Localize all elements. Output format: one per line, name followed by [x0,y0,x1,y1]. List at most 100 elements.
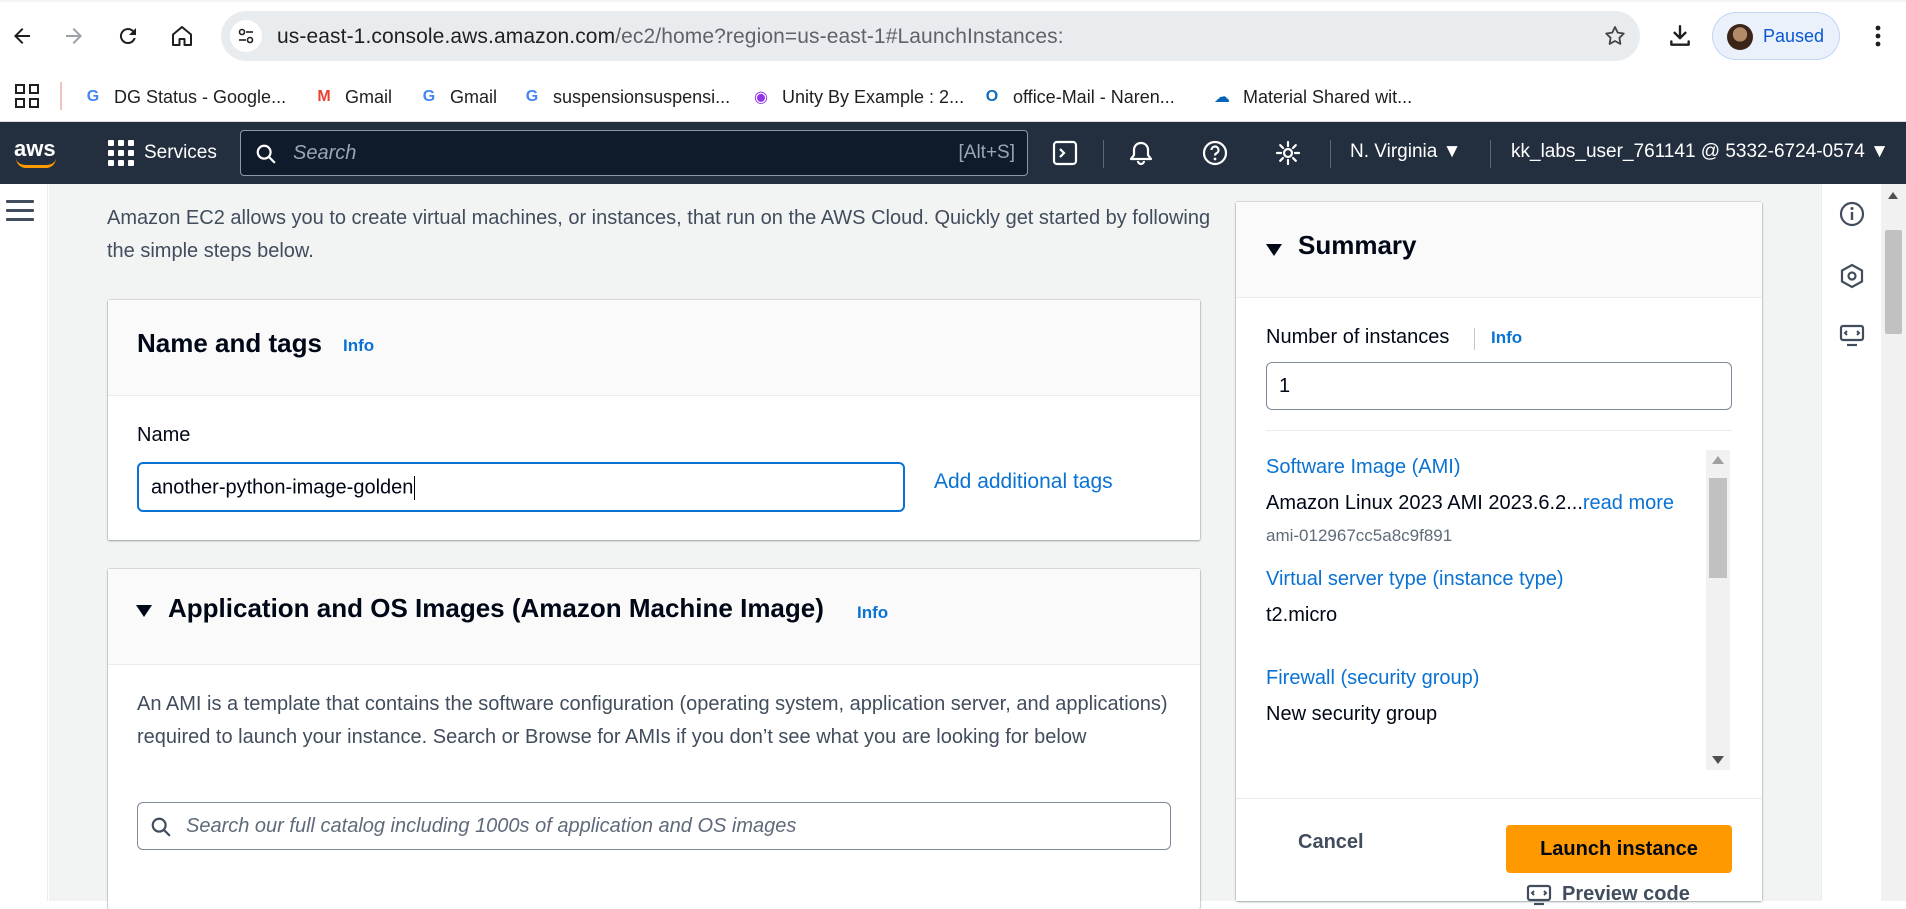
profile-chip[interactable]: Paused [1712,12,1840,60]
home-icon [172,26,192,46]
arrow-right-icon [66,28,82,44]
bookmark-item[interactable]: G DG Status - Google... [82,80,286,114]
bookmark-label: Gmail [450,86,498,107]
aws-top-nav: aws Services Search [Alt+S] N. Virginia … [0,122,1906,184]
settings-gear-icon[interactable] [1269,134,1307,172]
home-button[interactable] [160,14,204,58]
header-divider [1103,140,1104,168]
instance-type-link[interactable]: Virtual server type (instance type) [1266,568,1564,591]
bookmark-item[interactable]: ◉ Unity By Example : 2... [750,80,964,114]
number-of-instances-input[interactable]: 1 [1266,362,1732,410]
scroll-up-arrow-icon[interactable] [1712,456,1724,464]
address-bar[interactable]: us-east-1.console.aws.amazon.com/ec2/hom… [221,11,1640,61]
reload-icon [119,28,136,45]
side-nav-rail [0,184,48,901]
preview-code-label: Preview code [1562,883,1690,905]
apps-grid-icon[interactable] [13,82,41,110]
ami-info-link[interactable]: Info [857,603,888,623]
ami-summary-value: Amazon Linux 2023 AMI 2023.6.2...read mo… [1266,492,1674,515]
scrollbar-thumb[interactable] [1885,230,1902,334]
url-text: us-east-1.console.aws.amazon.com/ec2/hom… [277,25,1064,49]
account-menu[interactable]: kk_labs_user_761141 @ 5332-6724-0574 ▼ [1511,141,1889,163]
aws-search-input[interactable]: Search [Alt+S] [240,130,1028,176]
name-input[interactable]: another-python-image-golden [137,462,905,512]
code-preview-icon[interactable] [1838,322,1866,350]
preview-code-button[interactable]: Preview code [1526,883,1690,906]
back-button[interactable] [0,14,44,58]
summary-actions: Cancel Launch instance Preview code [1236,798,1762,905]
instances-value: 1 [1279,375,1291,397]
summary-divider [1266,430,1732,431]
ec2-launch-page: Amazon EC2 allows you to create virtual … [0,184,1906,909]
bookmark-label: Gmail [345,86,393,107]
google-icon: G [86,88,100,105]
add-additional-tags-link[interactable]: Add additional tags [934,470,1113,494]
firewall-link[interactable]: Firewall (security group) [1266,667,1479,690]
hexagon-icon[interactable] [1838,262,1866,290]
bookmark-label: Material Shared wit... [1243,86,1413,107]
ami-summary-link[interactable]: Software Image (AMI) [1266,456,1461,479]
reload-button[interactable] [106,14,150,58]
bookmark-item[interactable]: ☁ Material Shared wit... [1211,80,1412,114]
bookmark-item[interactable]: M Gmail [313,80,392,114]
arrow-left-icon [14,28,30,44]
hamburger-menu-icon[interactable] [6,200,34,226]
bookmark-item[interactable]: Gsuspensionsuspensi... [521,80,730,114]
google-icon: G [422,88,436,105]
aws-logo[interactable]: aws [14,136,62,170]
bookmarks-bar: G DG Status - Google... M Gmail G Gmail Gsuspe… [0,72,1906,122]
region-selector[interactable]: N. Virginia ▼ [1350,141,1461,163]
cancel-button[interactable]: Cancel [1298,831,1364,854]
search-icon [151,817,171,837]
bookmark-item[interactable]: G Gmail [418,80,497,114]
ami-search-placeholder: Search our full catalog including 1000s … [186,815,797,837]
browser-menu-button[interactable] [1858,14,1898,58]
ami-title[interactable]: Application and OS Images (Amazon Machin… [168,593,824,624]
info-circle-icon[interactable] [1838,200,1866,228]
downloads-button[interactable] [1658,14,1702,58]
name-and-tags-panel: Name and tags Info Name another-python-i… [108,300,1200,540]
instances-info-link[interactable]: Info [1491,328,1522,348]
caret-down-icon: ▼ [1870,141,1889,162]
services-menu-button[interactable]: Services [108,134,217,172]
summary-details: Software Image (AMI) Amazon Linux 2023 A… [1266,450,1732,770]
summary-panel: Summary Number of instances Info 1 Softw… [1236,202,1762,905]
collapse-caret-icon[interactable] [1266,244,1282,256]
bookmark-star-icon[interactable] [1600,21,1630,51]
outlook-icon: O [985,88,999,105]
browser-toolbar: us-east-1.console.aws.amazon.com/ec2/hom… [0,0,1906,72]
download-icon [1670,25,1690,46]
collapse-caret-icon[interactable] [136,605,152,617]
summary-title[interactable]: Summary [1298,230,1417,261]
account-label: kk_labs_user_761141 @ 5332-6724-0574 [1511,141,1865,162]
scroll-down-arrow-icon[interactable] [1712,756,1724,764]
label-divider [1474,328,1475,350]
scroll-up-arrow-icon[interactable] [1888,192,1898,199]
help-icon[interactable] [1196,134,1234,172]
name-value-text: another-python-image-golden [151,476,414,499]
caret-down-icon: ▼ [1442,141,1462,162]
notifications-bell-icon[interactable] [1122,134,1160,172]
launch-instance-button[interactable]: Launch instance [1506,825,1732,873]
summary-scrollbar[interactable] [1706,450,1730,770]
cloudshell-icon[interactable] [1046,134,1084,172]
forward-button[interactable] [52,14,96,58]
bookmark-item[interactable]: Ooffice-Mail - Naren... [981,80,1175,114]
page-scrollbar[interactable] [1881,184,1906,901]
ami-panel: Application and OS Images (Amazon Machin… [108,569,1200,909]
services-label: Services [144,142,217,163]
search-icon [256,144,276,164]
search-shortcut: [Alt+S] [958,142,1016,163]
ami-search-input[interactable]: Search our full catalog including 1000s … [137,802,1171,850]
bookmark-label: Unity By Example : 2... [782,86,965,107]
bookmarks-divider [60,82,62,110]
scrollbar-thumb[interactable] [1709,478,1727,578]
podcast-icon: ◉ [754,89,768,106]
read-more-link[interactable]: read more [1583,492,1674,514]
profile-status: Paused [1763,26,1825,46]
name-tags-info-link[interactable]: Info [343,336,374,356]
ami-value-text: Amazon Linux 2023 AMI 2023.6.2... [1266,492,1583,514]
firewall-value: New security group [1266,703,1438,725]
avatar [1727,24,1753,50]
site-info-icon[interactable] [230,20,262,52]
